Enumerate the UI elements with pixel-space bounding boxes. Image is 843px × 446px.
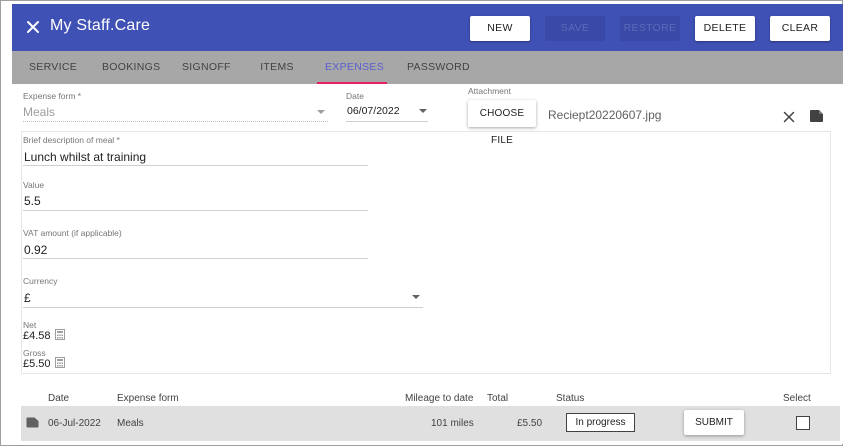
- vat-label: VAT amount (if applicable): [23, 228, 122, 238]
- file-icon[interactable]: [809, 109, 825, 123]
- column-header-date[interactable]: Date: [48, 393, 69, 404]
- value-input[interactable]: 5.5: [24, 194, 41, 208]
- new-button[interactable]: NEW: [470, 16, 530, 41]
- net-value: £4.58: [23, 330, 51, 342]
- column-header-mileage[interactable]: Mileage to date: [405, 393, 473, 404]
- close-icon[interactable]: [781, 109, 797, 125]
- gross-label: Gross: [23, 348, 46, 358]
- choose-file-button[interactable]: CHOOSE FILE: [468, 100, 536, 146]
- tab-bookings[interactable]: BOOKINGS: [102, 51, 160, 84]
- attachment-label: Attachment: [468, 86, 511, 96]
- close-icon[interactable]: [22, 16, 44, 38]
- gross-value: £5.50: [23, 358, 51, 370]
- tab-signoff[interactable]: SIGNOFF: [182, 51, 230, 84]
- net-label: Net: [23, 320, 37, 330]
- tab-service[interactable]: SERVICE: [29, 51, 77, 84]
- screenshot-frame: My Staff.Care NEW SAVE RESTORE DELETE CL…: [0, 0, 843, 446]
- date-label: Date: [346, 91, 364, 101]
- delete-button[interactable]: DELETE: [695, 16, 755, 41]
- column-header-status[interactable]: Status: [556, 393, 584, 404]
- tab-items[interactable]: ITEMS: [259, 51, 295, 84]
- submit-button[interactable]: SUBMIT: [684, 410, 744, 435]
- vat-underline: [23, 258, 368, 259]
- select-checkbox[interactable]: [796, 416, 810, 430]
- column-header-expense-form[interactable]: Expense form: [117, 393, 179, 404]
- app-window: My Staff.Care NEW SAVE RESTORE DELETE CL…: [12, 4, 843, 444]
- column-header-total[interactable]: Total: [487, 393, 508, 404]
- description-input[interactable]: Lunch whilst at training: [24, 150, 146, 164]
- expense-form-label: Expense form *: [23, 91, 82, 101]
- vat-input[interactable]: 0.92: [24, 243, 47, 257]
- currency-label: Currency: [23, 276, 58, 286]
- value-underline: [23, 210, 368, 211]
- currency-underline: [23, 307, 423, 308]
- dropdown-arrow-icon[interactable]: [419, 109, 427, 113]
- save-button[interactable]: SAVE: [545, 16, 605, 41]
- calculator-icon[interactable]: [55, 357, 65, 368]
- app-title: My Staff.Care: [50, 17, 151, 34]
- tab-expenses[interactable]: EXPENSES: [317, 51, 387, 84]
- row-mileage: 101 miles: [431, 418, 474, 429]
- column-header-select[interactable]: Select: [783, 393, 811, 404]
- description-underline: [23, 165, 368, 166]
- row-expense-form: Meals: [117, 418, 144, 429]
- document-icon: [26, 417, 39, 428]
- calculator-icon[interactable]: [55, 329, 65, 340]
- row-date: 06-Jul-2022: [48, 418, 101, 429]
- attachment-filename: Reciept20220607.jpg: [548, 108, 662, 122]
- app-bar: My Staff.Care NEW SAVE RESTORE DELETE CL…: [12, 4, 843, 51]
- expense-details-panel: [21, 131, 831, 374]
- tab-password[interactable]: PASSWORD: [407, 51, 470, 84]
- status-badge: In progress: [566, 413, 635, 432]
- value-label: Value: [23, 180, 45, 190]
- date-underline: [346, 121, 428, 122]
- currency-select[interactable]: £: [24, 291, 31, 305]
- expense-form-underline: [23, 121, 328, 122]
- expense-form-select[interactable]: Meals: [23, 105, 55, 119]
- clear-button[interactable]: CLEAR: [770, 16, 830, 41]
- dropdown-arrow-icon[interactable]: [317, 110, 325, 114]
- dropdown-arrow-icon[interactable]: [412, 295, 420, 299]
- description-label: Brief description of meal *: [23, 135, 120, 145]
- date-select[interactable]: 06/07/2022: [347, 105, 400, 117]
- tab-bar: SERVICE BOOKINGS SIGNOFF ITEMS EXPENSES …: [12, 51, 843, 84]
- restore-button[interactable]: RESTORE: [620, 16, 680, 41]
- row-total: £5.50: [517, 418, 543, 429]
